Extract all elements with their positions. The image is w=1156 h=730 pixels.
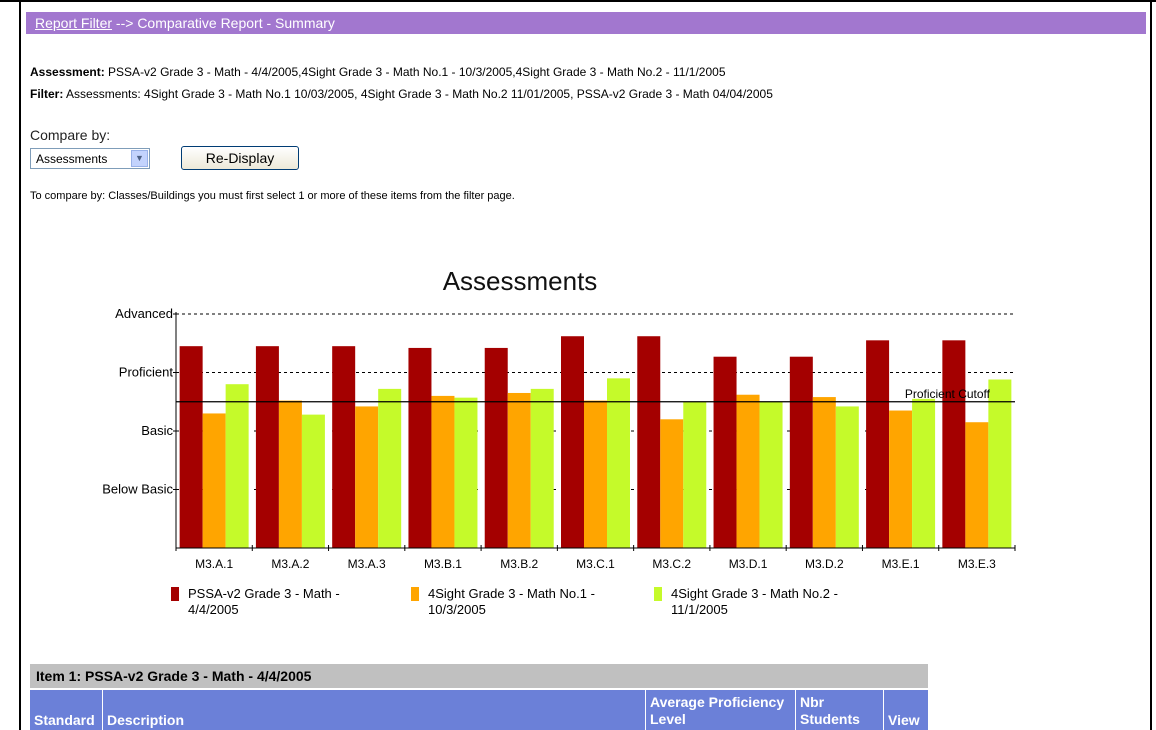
bar — [736, 394, 760, 548]
window-top-border — [0, 0, 1156, 8]
bar — [179, 346, 203, 548]
bar — [683, 401, 707, 548]
x-tick-label: M3.A.2 — [271, 557, 309, 571]
bar — [812, 397, 836, 548]
y-tick-label: Basic — [141, 423, 173, 438]
window-left-border — [19, 0, 21, 730]
redisplay-button[interactable]: Re-Display — [181, 146, 299, 170]
bar — [789, 356, 813, 548]
legend-swatch — [171, 587, 179, 601]
legend-swatch — [411, 587, 419, 601]
filter-line: Filter: Assessments: 4Sight Grade 3 - Ma… — [30, 87, 773, 101]
assessments-chart: Assessments Below Basic Basic Proficient Adv… — [102, 266, 1016, 571]
x-tick-label: M3.B.2 — [500, 557, 538, 571]
chart-title: Assessments — [443, 266, 598, 296]
assessment-line: Assessment: PSSA-v2 Grade 3 - Math - 4/4… — [30, 65, 726, 79]
breadcrumb-bar: Report Filter --> Comparative Report - S… — [26, 12, 1146, 34]
header-view: View — [883, 690, 928, 730]
bar — [332, 346, 356, 548]
bar — [965, 422, 989, 548]
table-title: Item 1: PSSA-v2 Grade 3 - Math - 4/4/200… — [30, 664, 928, 688]
bar — [660, 419, 684, 548]
bar — [378, 388, 402, 548]
header-description: Description — [102, 690, 645, 730]
y-tick-label: Below Basic — [102, 482, 173, 497]
x-tick-label: M3.A.1 — [195, 557, 233, 571]
report-filter-link[interactable]: Report Filter — [35, 15, 112, 31]
breadcrumb: Report Filter --> Comparative Report - S… — [35, 15, 335, 31]
proficient-cutoff-label: Proficient Cutoff — [905, 387, 991, 401]
x-tick-label: M3.E.3 — [958, 557, 996, 571]
y-tick-label: Proficient — [119, 365, 174, 380]
compare-by-label: Compare by: — [30, 127, 111, 143]
bar — [988, 379, 1012, 548]
bar — [607, 378, 630, 548]
bar — [355, 406, 379, 548]
compare-by-select[interactable]: Assessments ▼ — [30, 148, 150, 169]
compare-by-value: Assessments — [36, 152, 108, 166]
bar — [637, 336, 661, 548]
header-nbr-students: Nbr Students — [795, 690, 883, 730]
bar — [431, 395, 455, 548]
assessment-label: Assessment: — [30, 65, 105, 79]
x-tick-label: M3.D.1 — [729, 557, 768, 571]
x-tick-label: M3.A.3 — [348, 557, 386, 571]
bar — [225, 384, 249, 548]
bar — [454, 397, 478, 548]
x-tick-label: M3.B.1 — [424, 557, 462, 571]
assessment-value: PSSA-v2 Grade 3 - Math - 4/4/2005,4Sight… — [108, 65, 726, 79]
legend-swatch — [654, 587, 662, 601]
bar — [408, 347, 432, 548]
x-tick-label: M3.C.1 — [576, 557, 615, 571]
window-right-border — [1150, 0, 1152, 730]
header-average-proficiency: Average Proficiency Level — [645, 690, 795, 730]
bar — [561, 336, 584, 548]
bar — [530, 388, 554, 548]
bar — [759, 401, 783, 548]
bar — [942, 340, 966, 548]
legend-label: PSSA-v2 Grade 3 - Math - 4/4/2005 — [188, 586, 340, 617]
legend-label: 4Sight Grade 3 - Math No.1 - 10/3/2005 — [428, 586, 595, 617]
y-tick-label: Advanced — [115, 306, 173, 321]
chevron-down-icon[interactable]: ▼ — [131, 150, 148, 167]
breadcrumb-separator: --> — [115, 15, 134, 31]
x-tick-label: M3.D.2 — [805, 557, 844, 571]
bar — [912, 398, 936, 548]
table-header-row: Standard Description Average Proficiency… — [30, 690, 928, 730]
bar — [889, 410, 913, 548]
bar — [584, 400, 607, 548]
bar — [835, 406, 859, 548]
compare-note: To compare by: Classes/Buildings you mus… — [30, 190, 515, 202]
breadcrumb-current: Comparative Report - Summary — [137, 15, 335, 31]
bar — [713, 356, 737, 548]
legend-label: 4Sight Grade 3 - Math No.2 - 11/1/2005 — [671, 586, 838, 617]
filter-value: Assessments: 4Sight Grade 3 - Math No.1 … — [66, 87, 773, 101]
bar — [255, 346, 279, 548]
bar — [484, 347, 508, 548]
bar — [301, 414, 325, 548]
bar — [278, 400, 302, 548]
bar — [202, 413, 226, 548]
header-standard: Standard — [34, 712, 95, 728]
bar — [507, 392, 531, 548]
x-tick-label: M3.E.1 — [882, 557, 920, 571]
filter-label: Filter: — [30, 87, 64, 101]
x-tick-label: M3.C.2 — [652, 557, 691, 571]
bar — [866, 340, 890, 548]
